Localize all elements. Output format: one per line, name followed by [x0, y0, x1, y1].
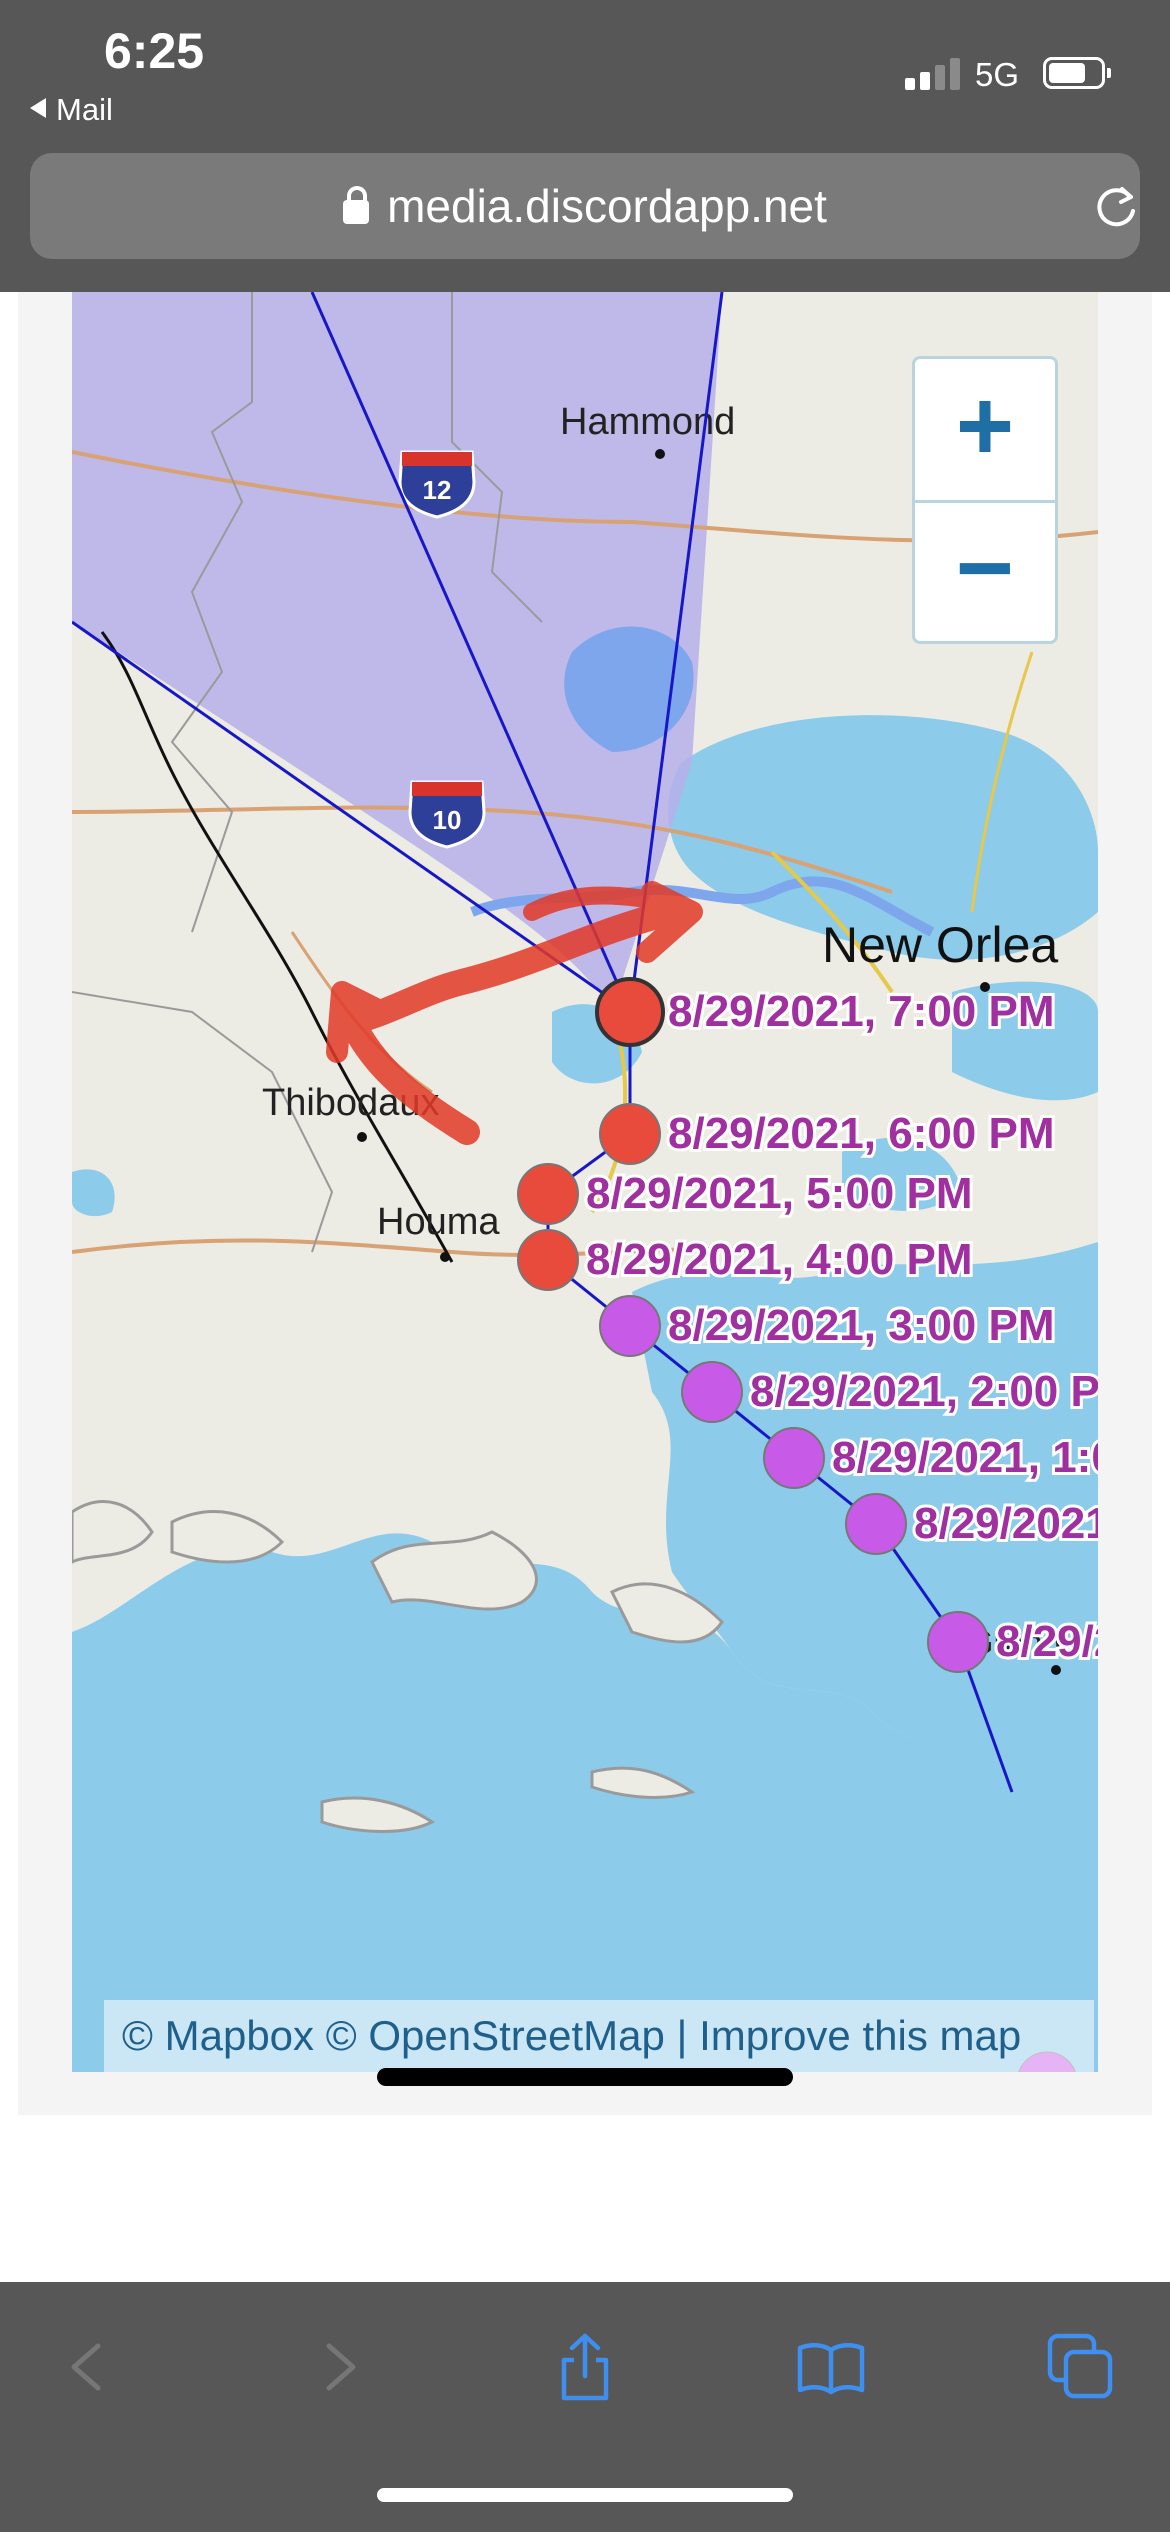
- battery-icon: [1043, 57, 1111, 89]
- screenshot-home-indicator: [377, 2068, 793, 2086]
- track-point-label: 8/29/2021, 6:00 PM: [668, 1109, 1054, 1158]
- chevron-left-icon[interactable]: [52, 2332, 122, 2402]
- track-point[interactable]: [595, 977, 665, 1047]
- zoom-out-button[interactable]: −: [915, 501, 1055, 642]
- chevron-right-icon[interactable]: [305, 2332, 375, 2402]
- track-point-label: 8/29/2021, 7:00 PM: [668, 987, 1054, 1036]
- track-point[interactable]: [927, 1611, 989, 1673]
- place-label-new-orleans: New Orlea: [822, 917, 1058, 973]
- track-point-label: 8/29/2021, 4:00 PM: [586, 1235, 972, 1284]
- zoom-in-button[interactable]: +: [915, 359, 1055, 503]
- track-point-label: 8/29/2021, 5:00 PM: [586, 1169, 972, 1218]
- track-point-label: 8/29/2021, 12:00 PM: [914, 1499, 1098, 1548]
- map-attribution[interactable]: © Mapbox © OpenStreetMap | Improve this …: [104, 2000, 1094, 2072]
- back-arrow-icon: [30, 98, 46, 118]
- lock-icon: [343, 186, 370, 224]
- hurricane-track-map[interactable]: 12 10 Hammond New Orlea Thibodaux Houma …: [72, 292, 1098, 2072]
- address-bar[interactable]: media.discordapp.net: [30, 153, 1140, 259]
- track-point[interactable]: [599, 1295, 661, 1357]
- network-type: 5G: [975, 56, 1020, 93]
- track-point-label: 8/29/2021, 11:00 AM: [996, 1617, 1098, 1666]
- reload-icon[interactable]: [1092, 183, 1140, 231]
- url-domain: media.discordapp.net: [387, 180, 827, 232]
- share-icon[interactable]: [550, 2332, 620, 2402]
- track-point[interactable]: [599, 1103, 661, 1165]
- track-point-label: 8/29/2021, 2:00 PM: [750, 1367, 1098, 1416]
- place-label-hammond: Hammond: [560, 401, 735, 443]
- shield-12-label: 12: [423, 475, 452, 505]
- track-point[interactable]: [845, 1493, 907, 1555]
- zoom-control: + −: [912, 356, 1058, 644]
- tabs-icon[interactable]: [1046, 2332, 1116, 2402]
- track-point[interactable]: [517, 1229, 579, 1291]
- status-bar: 6:25 Mail 5G: [0, 0, 1170, 145]
- back-app-label: Mail: [56, 92, 113, 127]
- back-to-app-link[interactable]: Mail: [30, 92, 113, 128]
- track-point[interactable]: [681, 1361, 743, 1423]
- track-point-label: 8/29/2021, 3:00 PM: [668, 1301, 1054, 1350]
- signal-icon: [905, 58, 961, 90]
- status-time: 6:25: [104, 23, 205, 79]
- place-label-houma: Houma: [377, 1201, 500, 1243]
- track-point[interactable]: [763, 1427, 825, 1489]
- home-indicator: [377, 2488, 793, 2502]
- track-point[interactable]: [517, 1163, 579, 1225]
- shield-10-label: 10: [433, 805, 462, 835]
- track-point-label: 8/29/2021, 1:00 PM: [832, 1433, 1098, 1482]
- address-bar-area: media.discordapp.net: [0, 145, 1170, 292]
- book-icon[interactable]: [796, 2332, 866, 2402]
